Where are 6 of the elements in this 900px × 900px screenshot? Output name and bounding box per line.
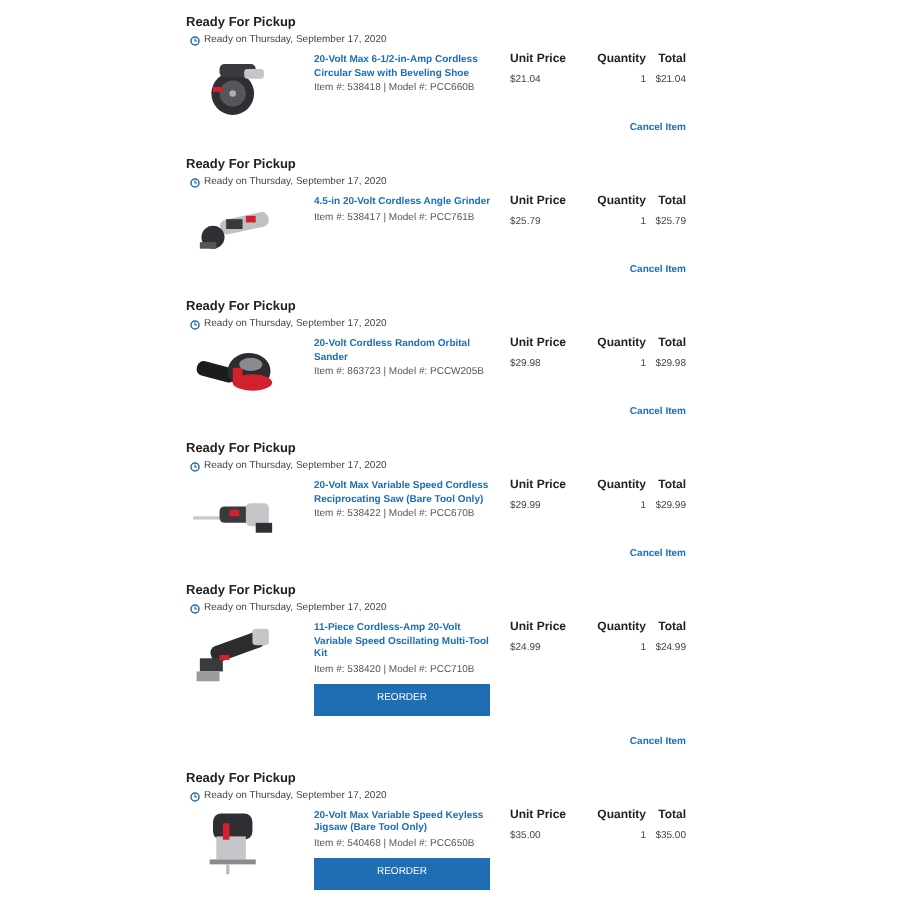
clock-icon bbox=[190, 178, 200, 188]
clock-icon bbox=[190, 462, 200, 472]
clock-icon bbox=[190, 604, 200, 614]
clock-icon bbox=[190, 36, 200, 46]
clock-icon bbox=[190, 320, 200, 330]
clock-icon bbox=[190, 791, 200, 801]
